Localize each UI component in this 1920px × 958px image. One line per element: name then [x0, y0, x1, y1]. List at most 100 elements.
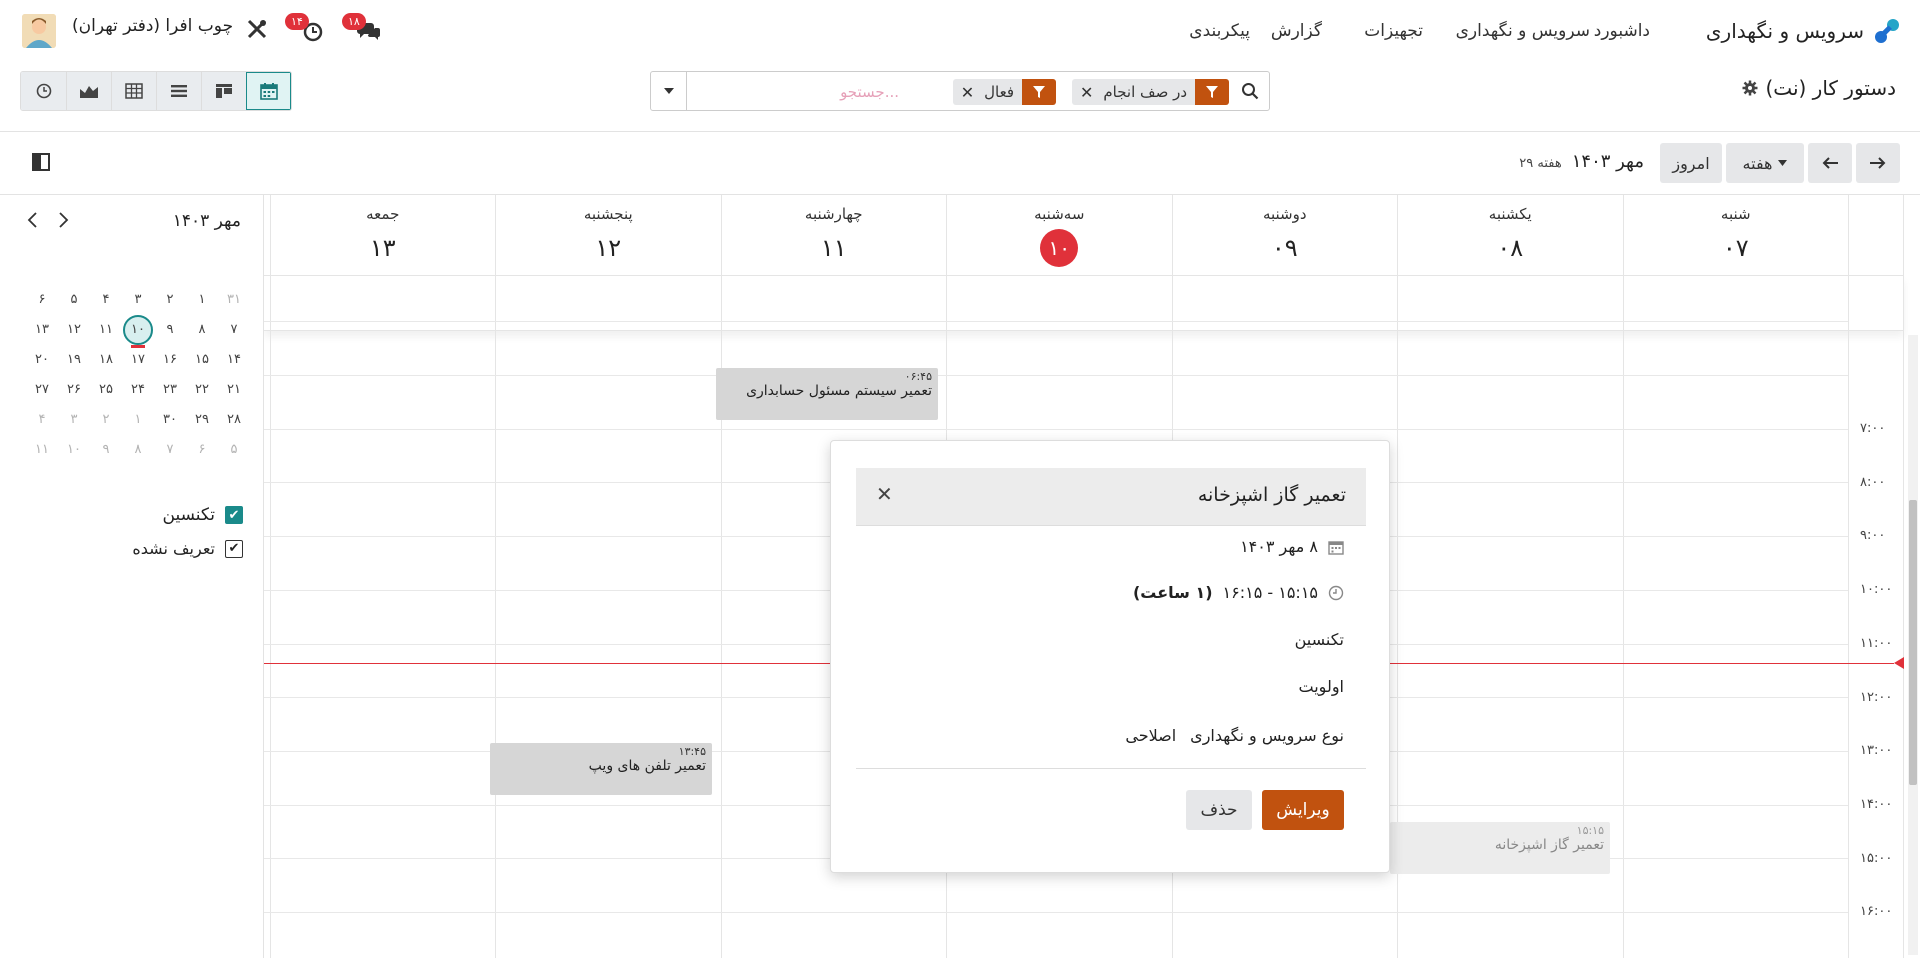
mini-day[interactable]: ۲ [90, 405, 122, 435]
mini-day[interactable]: ۲۶ [58, 375, 90, 405]
event-card[interactable]: ۱۵:۱۵ تعمیر گاز اشپزخانه [1390, 822, 1610, 874]
mini-day[interactable]: ۷ [218, 315, 250, 345]
close-icon[interactable]: ✕ [876, 482, 893, 506]
facet-remove-icon[interactable]: ✕ [961, 83, 974, 102]
view-kanban-button[interactable] [201, 72, 246, 110]
mini-day[interactable]: ۳۱ [218, 285, 250, 315]
search-input[interactable] [699, 80, 899, 104]
menu-dashboard[interactable]: داشبورد [1594, 14, 1650, 48]
mini-day[interactable]: ۲۲ [186, 375, 218, 405]
mini-day[interactable]: ۲۸ [218, 405, 250, 435]
mini-day[interactable]: ۵ [218, 435, 250, 465]
mini-day[interactable]: ۶ [186, 435, 218, 465]
day-header[interactable]: چهارشنبه ۱۱ [720, 195, 947, 275]
mini-day[interactable]: ۹ [90, 435, 122, 465]
event-time: ۱۳:۴۵ [678, 745, 706, 758]
mini-day[interactable]: ۱۷ [122, 345, 154, 375]
day-header[interactable]: پنجشنبه ۱۲ [495, 195, 721, 275]
app-brand-label: سرویس و نگهداری [1705, 19, 1864, 43]
mini-day[interactable]: ۲۰ [26, 345, 58, 375]
delete-button[interactable]: حذف [1186, 790, 1252, 830]
day-header[interactable]: شنبه ۰۷ [1622, 195, 1849, 275]
mini-day[interactable]: ۱ [122, 405, 154, 435]
mini-day[interactable]: ۳ [58, 405, 90, 435]
gear-icon[interactable] [1742, 80, 1758, 96]
event-card[interactable]: ۰۶:۴۵ تعمیر سیستم مسئول حسابداری [716, 368, 938, 420]
mini-day[interactable]: ۸ [186, 315, 218, 345]
popover-title: تعمیر گاز اشپزخانه [1197, 484, 1346, 506]
view-graph-button[interactable] [66, 72, 111, 110]
scale-dropdown[interactable]: هفته [1726, 143, 1804, 183]
mini-day[interactable]: ۱۸ [90, 345, 122, 375]
mini-day[interactable]: ۳ [122, 285, 154, 315]
activities-badge: ۱۴ [285, 13, 309, 30]
next-period-button[interactable] [1856, 143, 1900, 183]
mini-day-today[interactable]: ۱۰ [122, 315, 154, 345]
mini-day[interactable]: ۷ [154, 435, 186, 465]
mini-day[interactable]: ۸ [122, 435, 154, 465]
checkbox-checked-icon[interactable]: ✔ [225, 506, 243, 524]
activities-button[interactable]: ۱۴ [285, 13, 328, 46]
tools-button[interactable] [246, 18, 272, 44]
mini-next-button[interactable] [56, 211, 70, 233]
control-panel: دستور کار (نت) در صف انجام ✕ فعال ✕ جستج… [0, 60, 1920, 132]
mini-day[interactable]: ۶ [26, 285, 58, 315]
all-day-row[interactable] [264, 275, 1904, 331]
arrow-right-icon [1870, 157, 1886, 169]
mini-day[interactable]: ۱۶ [154, 345, 186, 375]
day-header[interactable]: جمعه ۱۳ [269, 195, 496, 275]
mini-day[interactable]: ۲۱ [218, 375, 250, 405]
mini-day[interactable]: ۱۱ [26, 435, 58, 465]
menu-maintenance[interactable]: سرویس و نگهداری [1456, 14, 1590, 48]
day-header[interactable]: یکشنبه ۰۸ [1397, 195, 1623, 275]
menu-equipment[interactable]: تجهیزات [1364, 14, 1423, 48]
mini-day[interactable]: ۵ [58, 285, 90, 315]
company-switcher[interactable]: چوب افرا (دفتر تهران) [72, 16, 233, 36]
user-avatar[interactable] [22, 14, 56, 48]
today-button[interactable]: امروز [1660, 143, 1722, 183]
app-brand[interactable]: سرویس و نگهداری [1706, 14, 1902, 48]
mini-day[interactable]: ۱۴ [218, 345, 250, 375]
mini-day[interactable]: ۹ [154, 315, 186, 345]
mini-day[interactable]: ۱ [186, 285, 218, 315]
mini-day[interactable]: ۱۰ [58, 435, 90, 465]
mini-day[interactable]: ۱۵ [186, 345, 218, 375]
mini-day[interactable]: ۲۷ [26, 375, 58, 405]
search-icon[interactable] [1241, 82, 1259, 100]
mini-day[interactable]: ۲۹ [186, 405, 218, 435]
day-name: چهارشنبه [804, 205, 863, 223]
search-options-toggle[interactable] [651, 72, 687, 110]
mini-day[interactable]: ۱۲ [58, 315, 90, 345]
mini-day[interactable]: ۲۵ [90, 375, 122, 405]
event-card[interactable]: ۱۳:۴۵ تعمیر تلفن های ویپ [490, 743, 712, 795]
mini-day[interactable]: ۱۹ [58, 345, 90, 375]
filter-technician[interactable]: ✔ تکنسین [163, 505, 243, 525]
mini-day[interactable]: ۱۱ [90, 315, 122, 345]
day-header[interactable]: دوشنبه ۰۹ [1171, 195, 1398, 275]
mini-day[interactable]: ۴ [90, 285, 122, 315]
view-pivot-button[interactable] [111, 72, 156, 110]
prev-period-button[interactable] [1808, 143, 1852, 183]
edit-button[interactable]: ویرایش [1262, 790, 1344, 830]
view-activity-button[interactable] [21, 72, 66, 110]
mini-day[interactable]: ۱۳ [26, 315, 58, 345]
column-divider [1622, 195, 1624, 958]
mini-day[interactable]: ۲۴ [122, 375, 154, 405]
scrollbar-thumb[interactable] [1909, 500, 1917, 785]
view-list-button[interactable] [156, 72, 201, 110]
mini-prev-button[interactable] [26, 211, 40, 233]
facet-remove-icon[interactable]: ✕ [1080, 83, 1093, 102]
mini-day[interactable]: ۲ [154, 285, 186, 315]
menu-configuration[interactable]: پیکربندی [1189, 14, 1250, 48]
mini-day[interactable]: ۲۳ [154, 375, 186, 405]
view-calendar-button[interactable] [246, 72, 291, 110]
mini-day[interactable]: ۴ [26, 405, 58, 435]
day-header[interactable]: سه‌شنبه ۱۰ [946, 195, 1172, 275]
sidebar-toggle-button[interactable] [32, 153, 52, 173]
filter-icon [1195, 79, 1229, 105]
messages-button[interactable]: ۱۸ [342, 13, 388, 46]
checkbox-checked-icon[interactable]: ✔ [225, 539, 243, 558]
menu-reporting[interactable]: گزارش [1271, 14, 1322, 48]
filter-undefined[interactable]: ✔ تعریف نشده [132, 539, 243, 558]
mini-day[interactable]: ۳۰ [154, 405, 186, 435]
